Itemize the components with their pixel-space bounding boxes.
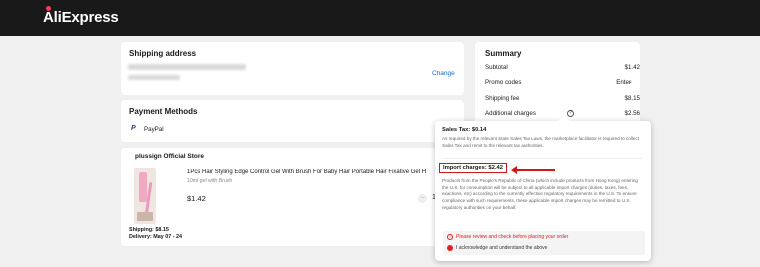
annotation-arrow [511,166,555,174]
summary-value-additional: $2.56 [624,110,640,117]
address-line-1 [128,64,246,70]
summary-label-additional: Additional charges [485,110,536,117]
shipping-fee-text: Shipping: $8.15 [129,227,169,233]
summary-label-promo: Promo codes [485,79,522,86]
sales-tax-title: Sales Tax: $0.14 [442,127,487,133]
review-notice-box: ! Please review and check before placing… [443,231,645,255]
summary-label-subtotal: Subtotal [485,64,508,71]
logo-dot [46,6,51,11]
payment-methods-title: Payment Methods [129,107,198,116]
payment-methods-card: Payment Methods P PayPal [121,100,464,142]
address-line-2 [128,75,180,80]
change-address-link[interactable]: Change [432,70,455,77]
acknowledge-label[interactable]: I acknowledge and understand the above [456,245,547,251]
summary-value-shipping: $8.15 [624,95,640,102]
shipping-address-title: Shipping address [129,49,197,58]
summary-label-shipping: Shipping fee [485,95,520,102]
summary-value-subtotal: $1.42 [624,64,640,71]
product-title[interactable]: 1Pcs Hair Styling Edge Control Gel With … [187,169,443,175]
product-bottle-image [139,172,147,202]
import-charges-text: Products from the People's Republic of C… [442,178,638,210]
product-price: $1.42 [187,194,206,203]
top-bar: AliExpress [0,0,760,36]
review-warning-text: Please review and check before placing y… [456,234,569,240]
product-box-image [137,212,153,221]
delivery-date-text: Delivery: May 07 - 24 [129,234,183,240]
tooltip-divider [442,158,643,159]
product-thumbnail[interactable] [134,168,156,224]
store-items-card: plussign Official Store 1Pcs Hair Stylin… [121,148,464,246]
warning-icon: ! [447,234,453,240]
store-name[interactable]: plussign Official Store [135,153,204,160]
info-icon[interactable]: ? [567,110,574,117]
sales-tax-text: As required by the relevant State Sales … [442,136,640,148]
import-charges-title: Import charges: $2.42 [439,163,507,173]
shipping-address-card: Shipping address Change [121,42,464,95]
summary-title: Summary [485,49,522,58]
chevron-down-icon[interactable]: ⌄ [628,78,633,85]
aliexpress-logo[interactable]: AliExpress [43,6,119,26]
payment-method-label[interactable]: PayPal [144,126,164,133]
acknowledge-checkbox[interactable] [447,245,453,251]
additional-charges-tooltip: Sales Tax: $0.14 As required by the rele… [435,115,651,261]
arrow-head-icon [511,166,517,174]
paypal-icon: P [131,125,136,132]
quantity-decrease-button[interactable]: − [418,194,427,203]
product-variant: 10ml gel with Brush [187,178,233,184]
